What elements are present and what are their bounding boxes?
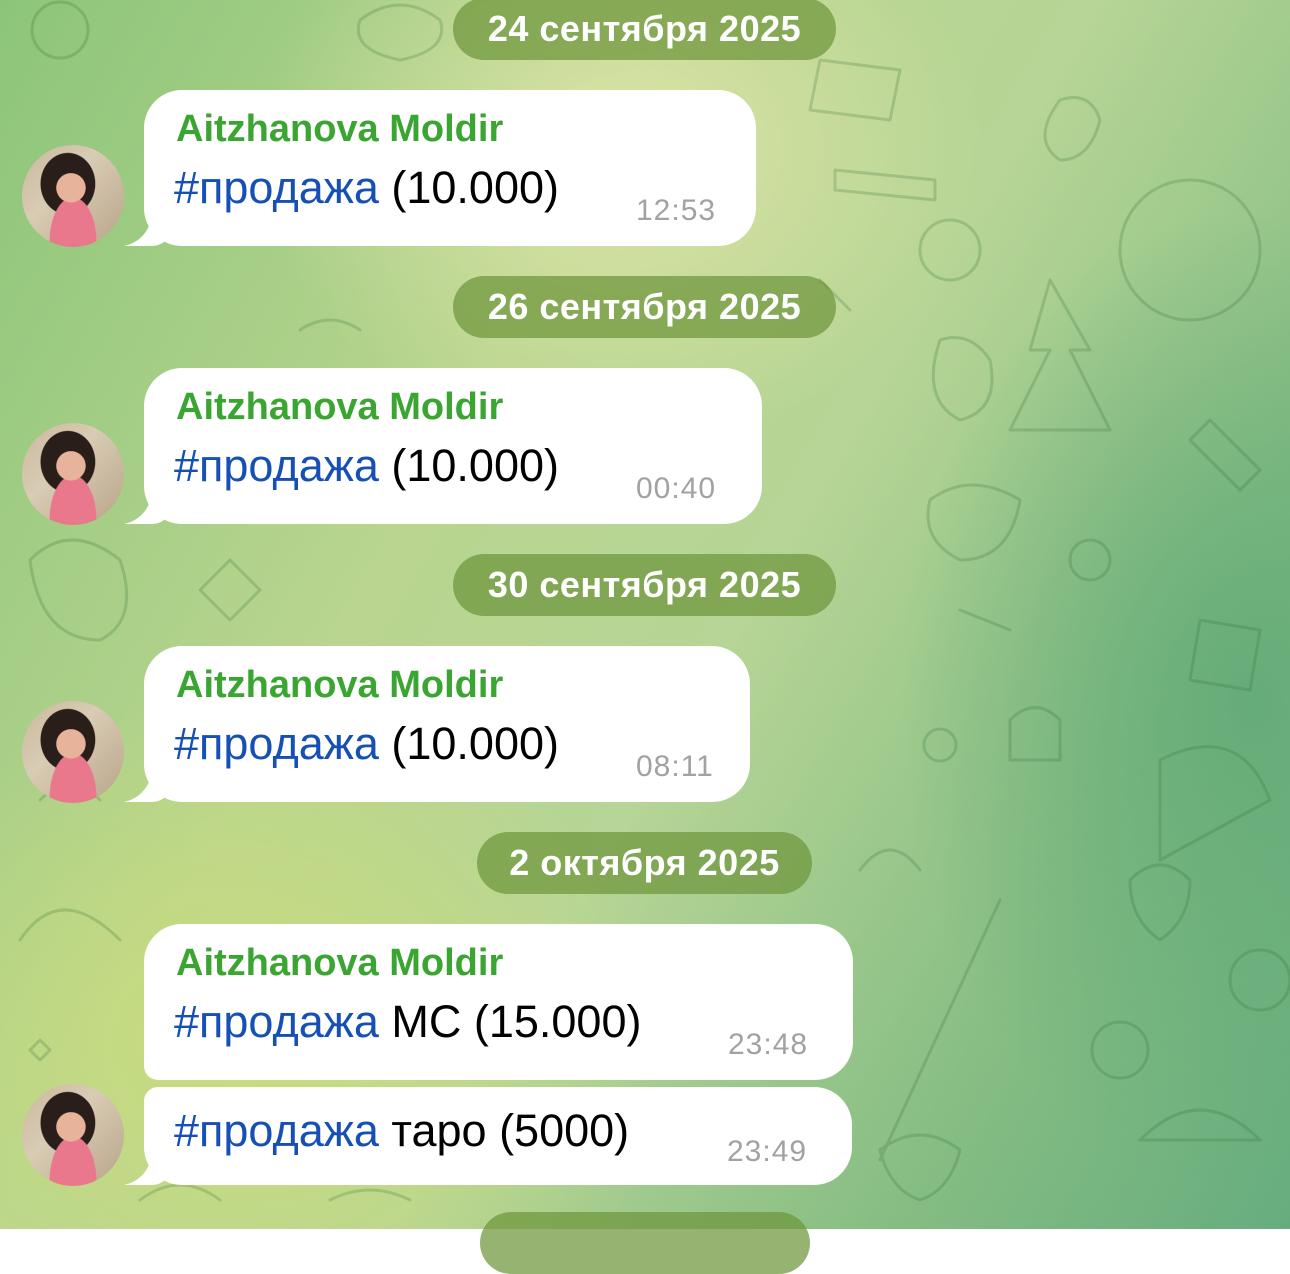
hashtag-link[interactable]: #продажа — [174, 996, 379, 1047]
sender-name[interactable]: Aitzhanova Moldir — [176, 664, 503, 707]
message-body: (10.000) — [378, 718, 559, 769]
avatar[interactable] — [22, 423, 124, 525]
message-bubble[interactable]: #продажа таро (5000) 23:49 — [144, 1087, 852, 1185]
message-body: МС (15.000) — [378, 996, 642, 1047]
message-bubble[interactable]: Aitzhanova Moldir #продажа (10.000) 00:4… — [144, 368, 762, 524]
message-body: таро (5000) — [378, 1105, 630, 1156]
message-timestamp: 00:40 — [636, 472, 717, 505]
sender-name[interactable]: Aitzhanova Moldir — [176, 386, 503, 429]
hashtag-link[interactable]: #продажа — [174, 718, 379, 769]
message-text: #продажа (10.000) — [174, 718, 559, 770]
message-body: (10.000) — [378, 440, 559, 491]
message-body: (10.000) — [378, 162, 559, 213]
date-separator: 24 сентября 2025 — [453, 0, 836, 60]
message-bubble[interactable]: Aitzhanova Moldir #продажа (10.000) 08:1… — [144, 646, 750, 802]
message-text: #продажа таро (5000) — [174, 1105, 629, 1157]
message-timestamp: 12:53 — [636, 194, 717, 227]
avatar[interactable] — [22, 145, 124, 247]
date-separator: 30 сентября 2025 — [453, 554, 836, 616]
sender-name[interactable]: Aitzhanova Moldir — [176, 108, 503, 151]
hashtag-link[interactable]: #продажа — [174, 440, 379, 491]
message-timestamp: 08:11 — [636, 750, 714, 783]
avatar[interactable] — [22, 701, 124, 803]
date-separator: 26 сентября 2025 — [453, 276, 836, 338]
hashtag-link[interactable]: #продажа — [174, 162, 379, 213]
message-text: #продажа (10.000) — [174, 162, 559, 214]
message-bubble[interactable]: Aitzhanova Moldir #продажа МС (15.000) 2… — [144, 924, 853, 1080]
hashtag-link[interactable]: #продажа — [174, 1105, 379, 1156]
message-timestamp: 23:49 — [727, 1135, 808, 1168]
date-separator: 2 октября 2025 — [477, 832, 812, 894]
date-separator-partial — [480, 1212, 810, 1274]
message-timestamp: 23:48 — [728, 1028, 809, 1061]
sender-name[interactable]: Aitzhanova Moldir — [176, 942, 503, 985]
avatar[interactable] — [22, 1084, 124, 1186]
message-text: #продажа МС (15.000) — [174, 996, 641, 1048]
message-bubble[interactable]: Aitzhanova Moldir #продажа (10.000) 12:5… — [144, 90, 756, 246]
message-text: #продажа (10.000) — [174, 440, 559, 492]
